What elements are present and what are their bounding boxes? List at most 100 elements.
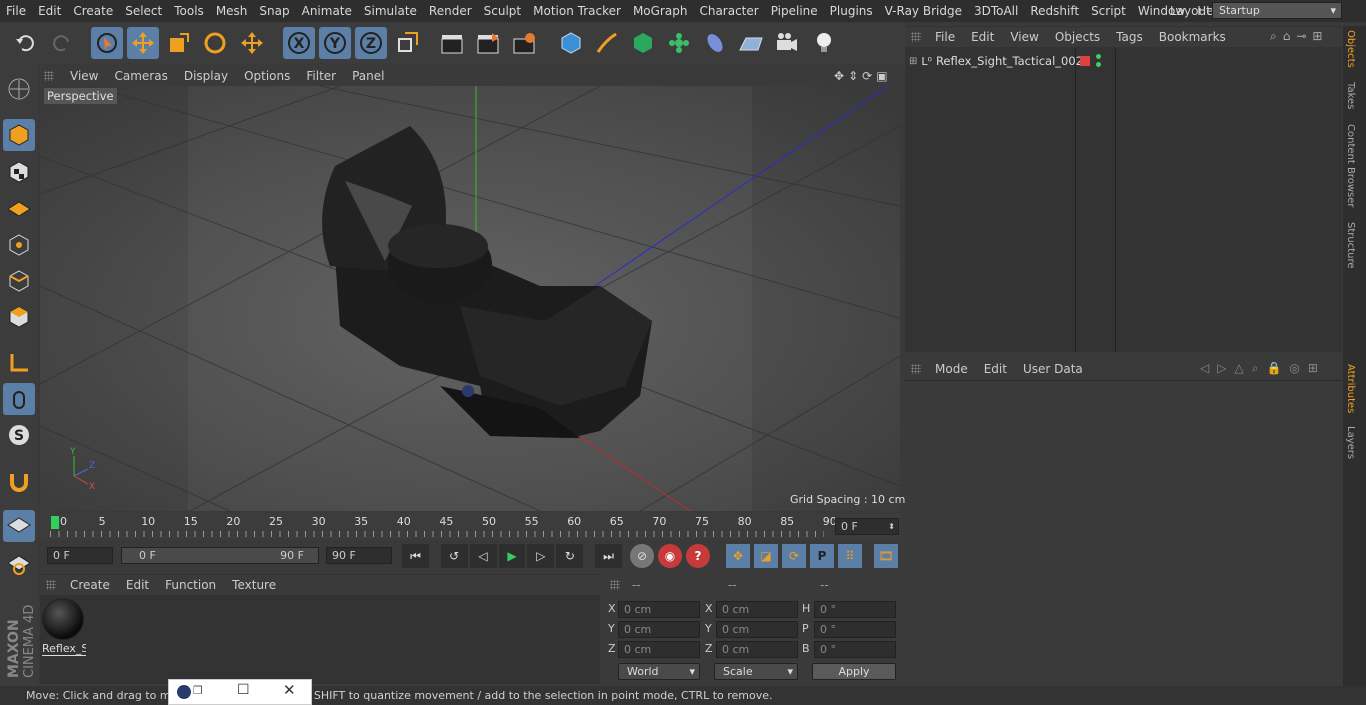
light-button[interactable] — [808, 27, 840, 59]
restore-icon[interactable]: ❐ — [193, 684, 203, 697]
search-icon[interactable]: ⌕ — [1270, 29, 1277, 45]
menu-motion-tracker[interactable]: Motion Tracker — [527, 0, 627, 22]
menu-mograph[interactable]: MoGraph — [627, 0, 694, 22]
zoom-icon[interactable]: ⇕ — [848, 69, 858, 83]
y-axis-button[interactable]: Y — [319, 27, 351, 59]
menu-sculpt[interactable]: Sculpt — [478, 0, 527, 22]
material-swatch[interactable]: Reflex_S — [42, 598, 86, 656]
material-menu-edit[interactable]: Edit — [118, 578, 157, 592]
live-selection-button[interactable] — [91, 27, 123, 59]
layer-color-tag[interactable] — [1080, 56, 1090, 66]
menu-select[interactable]: Select — [119, 0, 168, 22]
workplane-button[interactable] — [3, 192, 35, 224]
scale-tool-button[interactable] — [163, 27, 195, 59]
material-menu-create[interactable]: Create — [62, 578, 118, 592]
floor-button[interactable] — [735, 27, 767, 59]
render-settings-button[interactable] — [508, 27, 540, 59]
z-axis-button[interactable]: Z — [355, 27, 387, 59]
maximize-icon[interactable]: ☐ — [237, 682, 250, 698]
next-frame-button[interactable]: ▷ — [527, 544, 555, 568]
current-frame-field[interactable]: 0 F ⬍ — [835, 518, 899, 535]
texture-mode-button[interactable] — [3, 156, 35, 188]
material-menu-function[interactable]: Function — [157, 578, 224, 592]
viewport-menu-view[interactable]: View — [62, 69, 106, 83]
end-frame-field[interactable]: 90 F — [326, 547, 392, 564]
position-x-field[interactable]: 0 cm — [618, 601, 700, 618]
play-button[interactable]: ▶ — [498, 544, 526, 568]
edge-mode-button[interactable] — [3, 265, 35, 297]
deformer-button[interactable] — [699, 27, 731, 59]
back-arrow-icon[interactable]: ◁ — [1200, 361, 1209, 377]
motion-record-button[interactable]: ⊘ — [630, 544, 654, 568]
editor-visibility-dot[interactable] — [1096, 54, 1101, 59]
goto-start-button[interactable]: ⏮ — [402, 544, 429, 568]
key-rotation-button[interactable]: ⟳ — [782, 544, 806, 568]
viewport-menu-panel[interactable]: Panel — [344, 69, 392, 83]
prev-key-button[interactable]: ↺ — [440, 544, 468, 568]
size-y-field[interactable]: 0 cm — [716, 621, 798, 638]
object-name[interactable]: Reflex_Sight_Tactical_002 — [936, 54, 1083, 68]
start-frame-field[interactable]: 0 F — [47, 547, 113, 564]
model-mode-button[interactable] — [3, 119, 35, 151]
menu-tools[interactable]: Tools — [168, 0, 210, 22]
transform-tool-button[interactable] — [236, 27, 268, 59]
menu-3dtoall[interactable]: 3DToAll — [968, 0, 1024, 22]
menu-script[interactable]: Script — [1085, 0, 1132, 22]
rotate-tool-button[interactable] — [199, 27, 231, 59]
maximize-icon[interactable]: ▣ — [876, 69, 887, 83]
layout-select[interactable]: Startup ▾ — [1212, 2, 1342, 19]
size-z-field[interactable]: 0 cm — [716, 641, 798, 658]
attribute-menu-edit[interactable]: Edit — [976, 362, 1015, 376]
menu-character[interactable]: Character — [693, 0, 764, 22]
object-menu-edit[interactable]: Edit — [963, 30, 1002, 44]
apply-button[interactable]: Apply — [812, 663, 896, 680]
axis-mode-button[interactable] — [3, 347, 35, 379]
goto-end-button[interactable]: ⏭ — [595, 544, 622, 568]
render-visibility-dot[interactable] — [1096, 62, 1101, 67]
redo-button[interactable] — [45, 27, 77, 59]
frame-range-slider[interactable]: 0 F 90 F — [121, 547, 319, 564]
menu-render[interactable]: Render — [423, 0, 478, 22]
key-scale-button[interactable]: ◪ — [754, 544, 778, 568]
menu-edit[interactable]: Edit — [32, 0, 67, 22]
back-icon[interactable]: ⊸ — [1296, 29, 1306, 45]
pan-icon[interactable]: ✥ — [834, 69, 844, 83]
pen-button[interactable] — [591, 27, 623, 59]
tab-content-browser[interactable]: Content Browser — [1345, 124, 1356, 207]
menu-animate[interactable]: Animate — [296, 0, 358, 22]
tab-takes[interactable]: Takes — [1345, 82, 1356, 109]
undo-button[interactable] — [10, 27, 42, 59]
viewport-menu-filter[interactable]: Filter — [298, 69, 344, 83]
up-arrow-icon[interactable]: △ — [1234, 361, 1243, 377]
menu-redshift[interactable]: Redshift — [1024, 0, 1085, 22]
workplane-lock-button[interactable] — [3, 510, 35, 542]
coordinate-system-button[interactable] — [392, 27, 424, 59]
render-view-button[interactable] — [436, 27, 468, 59]
menu-file[interactable]: File — [0, 0, 32, 22]
object-row[interactable]: ⊞ L⁰ Reflex_Sight_Tactical_002 — [906, 51, 1342, 71]
object-menu-tags[interactable]: Tags — [1108, 30, 1151, 44]
record-active-button[interactable]: ◉ — [658, 544, 682, 568]
home-icon[interactable]: ⌂ — [1283, 29, 1291, 45]
locked-workplane-button[interactable] — [3, 548, 35, 580]
viewport-menu-cameras[interactable]: Cameras — [106, 69, 175, 83]
material-menu-texture[interactable]: Texture — [224, 578, 284, 592]
x-axis-button[interactable]: X — [283, 27, 315, 59]
menu-create[interactable]: Create — [67, 0, 119, 22]
camera-button[interactable] — [771, 27, 803, 59]
playhead-marker[interactable] — [51, 516, 59, 529]
scale-select[interactable]: Scale ▾ — [714, 663, 798, 680]
key-position-button[interactable]: ✥ — [726, 544, 750, 568]
menu-mesh[interactable]: Mesh — [210, 0, 254, 22]
point-mode-button[interactable] — [3, 229, 35, 261]
tweak-mode-button[interactable] — [3, 383, 35, 415]
tab-layers[interactable]: Layers — [1345, 426, 1356, 459]
cube-button[interactable] — [555, 27, 587, 59]
object-menu-file[interactable]: File — [927, 30, 963, 44]
viewport-menu-options[interactable]: Options — [236, 69, 298, 83]
timeline-button[interactable]: 🎞 — [874, 544, 898, 568]
autokey-button[interactable]: ? — [686, 544, 710, 568]
render-to-picture-viewer-button[interactable] — [472, 27, 504, 59]
tab-objects[interactable]: Objects — [1345, 30, 1356, 68]
viewport-menu-display[interactable]: Display — [176, 69, 236, 83]
